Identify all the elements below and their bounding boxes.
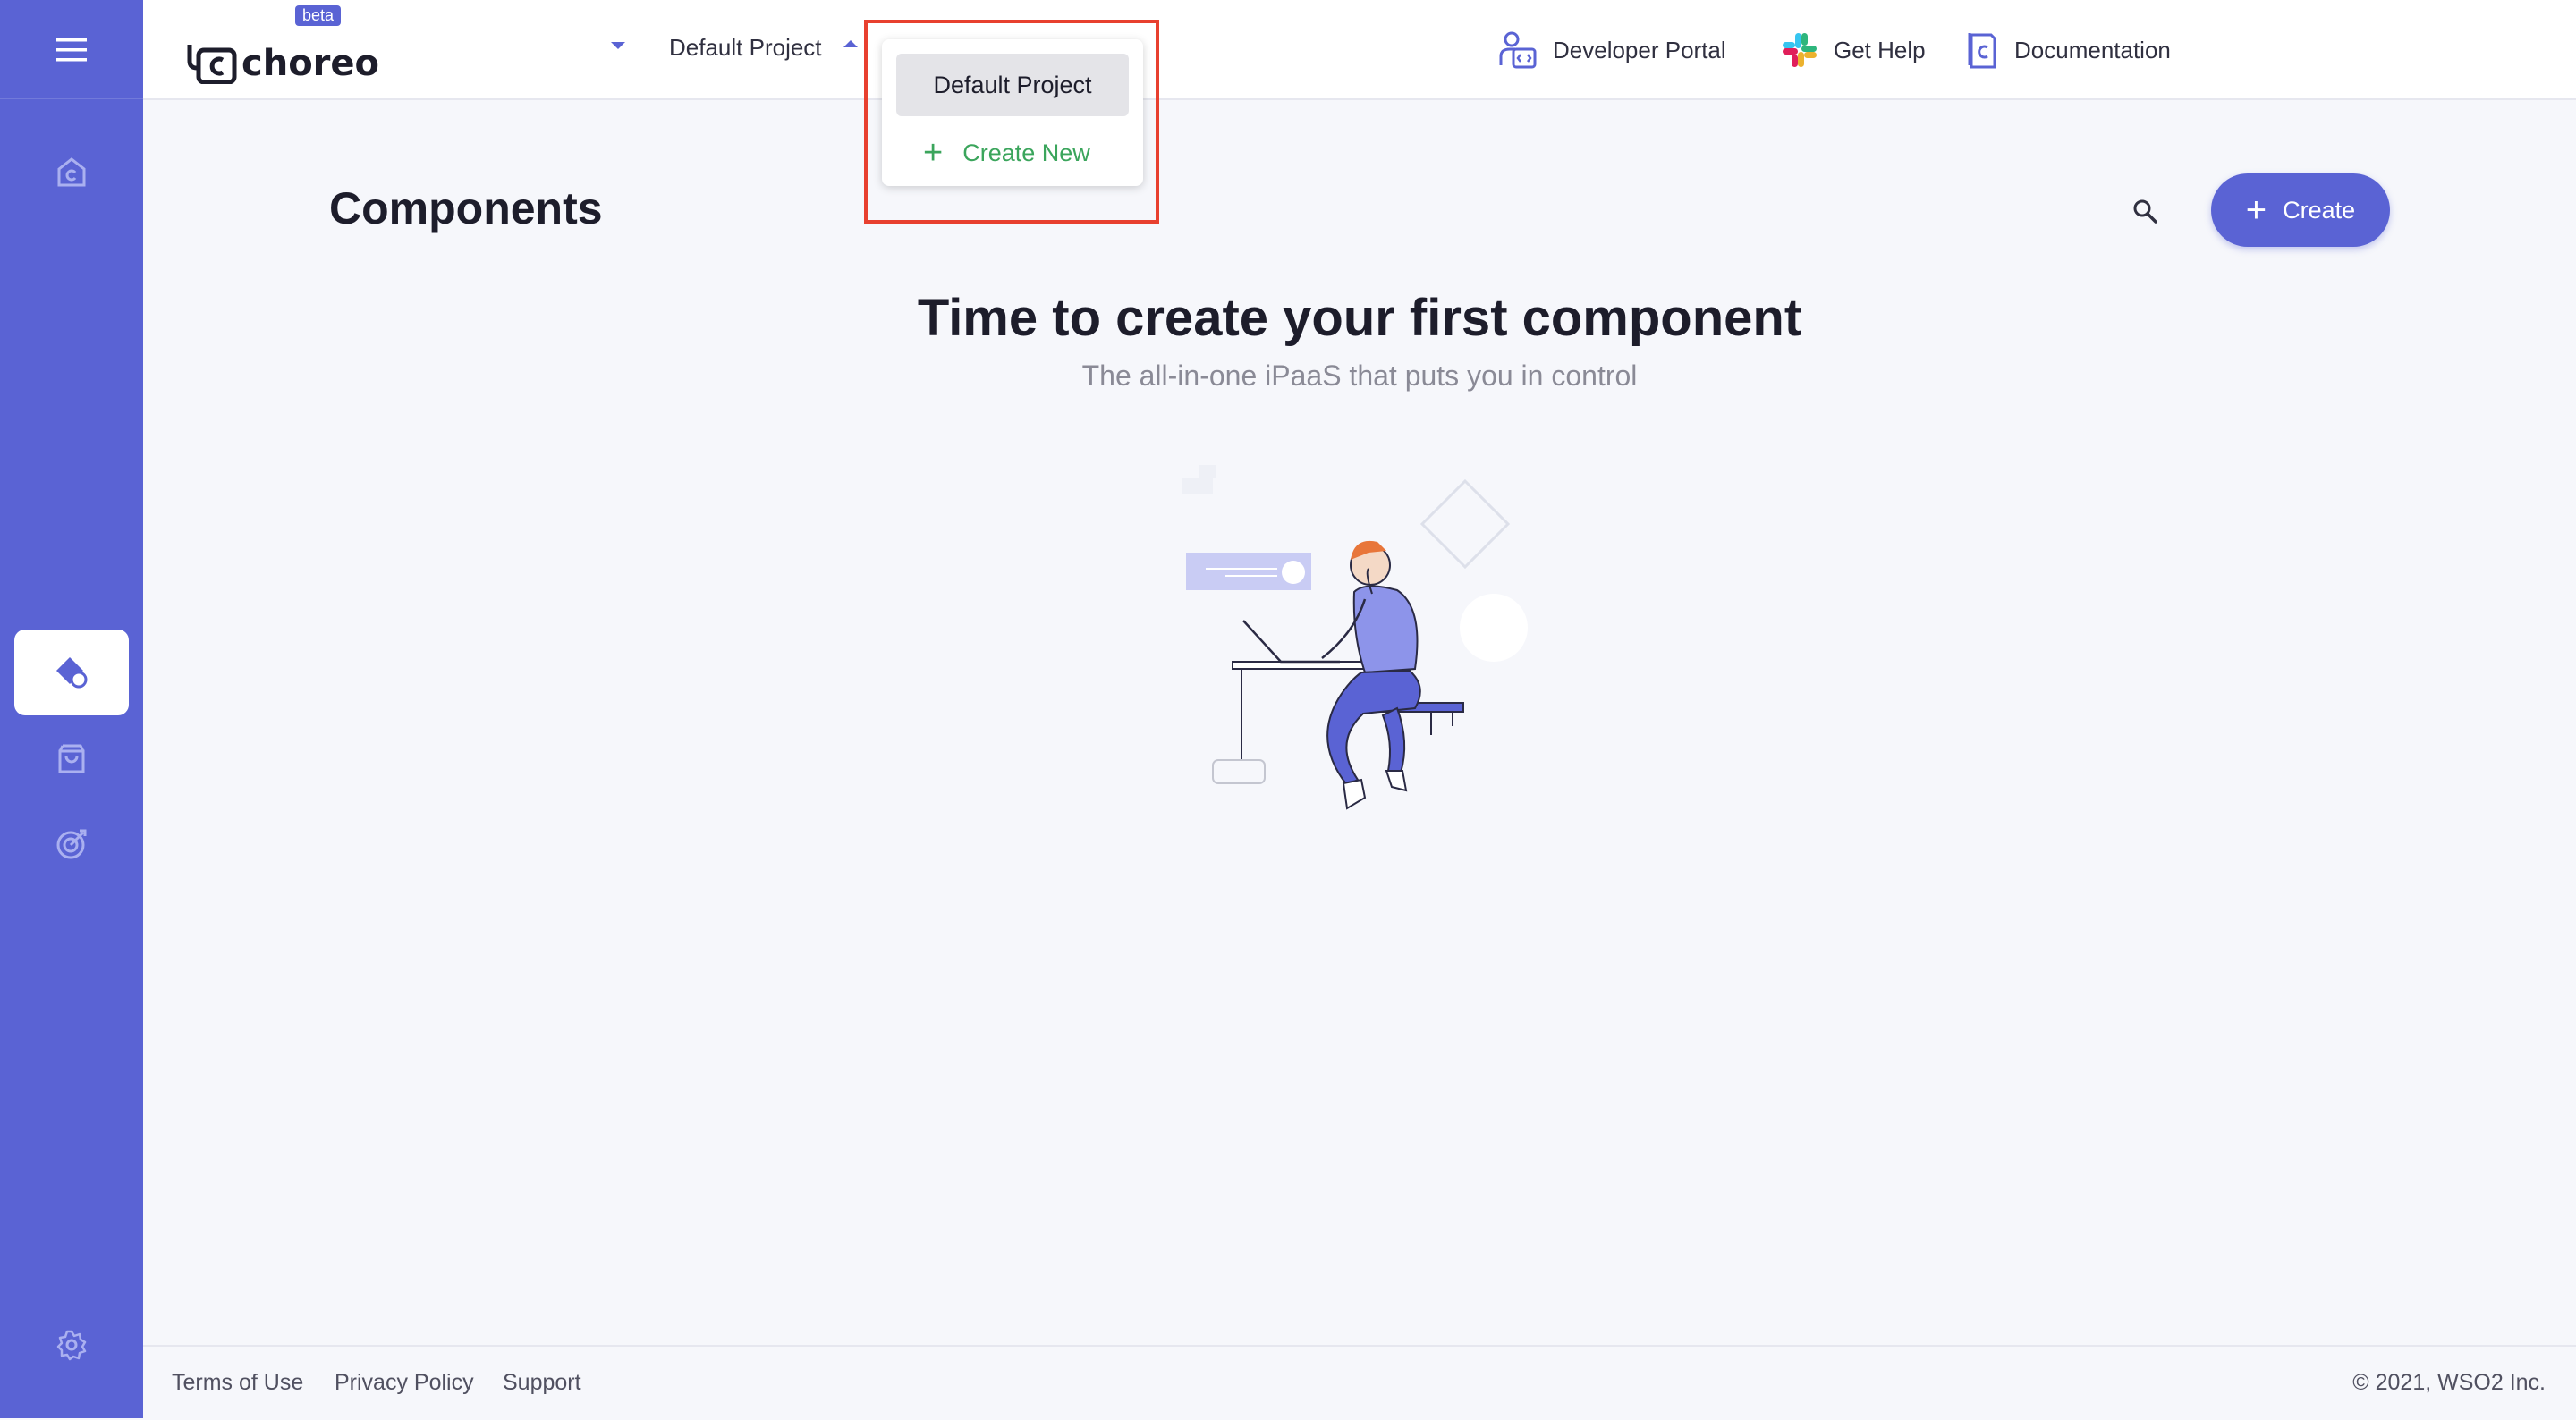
documentation-label: Documentation <box>2014 36 2171 63</box>
menu-item-default-project[interactable]: Default Project <box>896 54 1129 116</box>
components-icon <box>56 657 88 689</box>
beta-badge: beta <box>295 5 342 26</box>
top-header: choreo beta Default Project Developer Po… <box>143 0 2576 100</box>
sidebar <box>0 0 143 1418</box>
terms-of-use-link[interactable]: Terms of Use <box>172 1370 303 1396</box>
observability-icon <box>56 829 87 859</box>
menu-icon <box>56 38 87 62</box>
home-icon <box>57 157 86 187</box>
sidebar-item-home[interactable] <box>0 129 143 215</box>
settings-icon <box>56 1330 87 1361</box>
create-new-label: Create New <box>962 139 1090 166</box>
empty-state-subtitle: The all-in-one iPaaS that puts you in co… <box>1081 359 1638 392</box>
sidebar-item-observability[interactable] <box>0 801 143 887</box>
caret-down-icon <box>611 42 625 49</box>
empty-state-title: Time to create your first component <box>917 289 1802 347</box>
privacy-policy-link[interactable]: Privacy Policy <box>335 1370 474 1396</box>
sidebar-top <box>0 0 143 99</box>
plus-icon: + <box>923 134 944 172</box>
get-help-link[interactable]: Get Help <box>1780 27 1926 73</box>
get-help-label: Get Help <box>1834 36 1926 63</box>
choreo-logo-icon <box>187 45 237 84</box>
empty-state-illustration <box>1182 465 1528 810</box>
sidebar-item-marketplace[interactable] <box>0 715 143 801</box>
documentation-icon <box>1968 33 1996 69</box>
menu-item-create-new[interactable]: + Create New <box>923 122 1090 184</box>
create-component-button[interactable]: + Create <box>2211 173 2390 247</box>
documentation-link[interactable]: Documentation <box>1964 27 2171 73</box>
sidebar-item-settings[interactable] <box>0 1302 143 1388</box>
slack-icon <box>1783 33 1817 67</box>
create-button-label: Create <box>2283 196 2356 224</box>
developer-portal-icon <box>1499 31 1537 69</box>
copyright-text: © 2021, WSO2 Inc. <box>2352 1370 2546 1395</box>
choreo-logo[interactable]: choreo <box>186 21 379 84</box>
caret-up-icon <box>843 40 858 47</box>
project-selector-caret[interactable] <box>841 34 860 60</box>
developer-portal-label: Developer Portal <box>1553 36 1726 63</box>
plus-icon: + <box>2245 190 2267 230</box>
project-dropdown-menu: Default Project + Create New <box>882 39 1143 186</box>
support-link[interactable]: Support <box>503 1370 581 1396</box>
sidebar-item-components[interactable] <box>14 630 129 715</box>
developer-portal-link[interactable]: Developer Portal <box>1497 27 1726 73</box>
search-icon <box>2133 199 2157 224</box>
footer: Terms of Use Privacy Policy Support © 20… <box>143 1345 2576 1420</box>
marketplace-icon <box>58 744 85 773</box>
logo-text: choreo <box>242 43 380 84</box>
search-button[interactable] <box>2125 191 2165 231</box>
page-title: Components <box>329 183 603 233</box>
project-selector[interactable]: Default Project <box>669 34 822 62</box>
org-selector-caret[interactable] <box>608 34 628 60</box>
menu-button[interactable] <box>0 7 143 93</box>
